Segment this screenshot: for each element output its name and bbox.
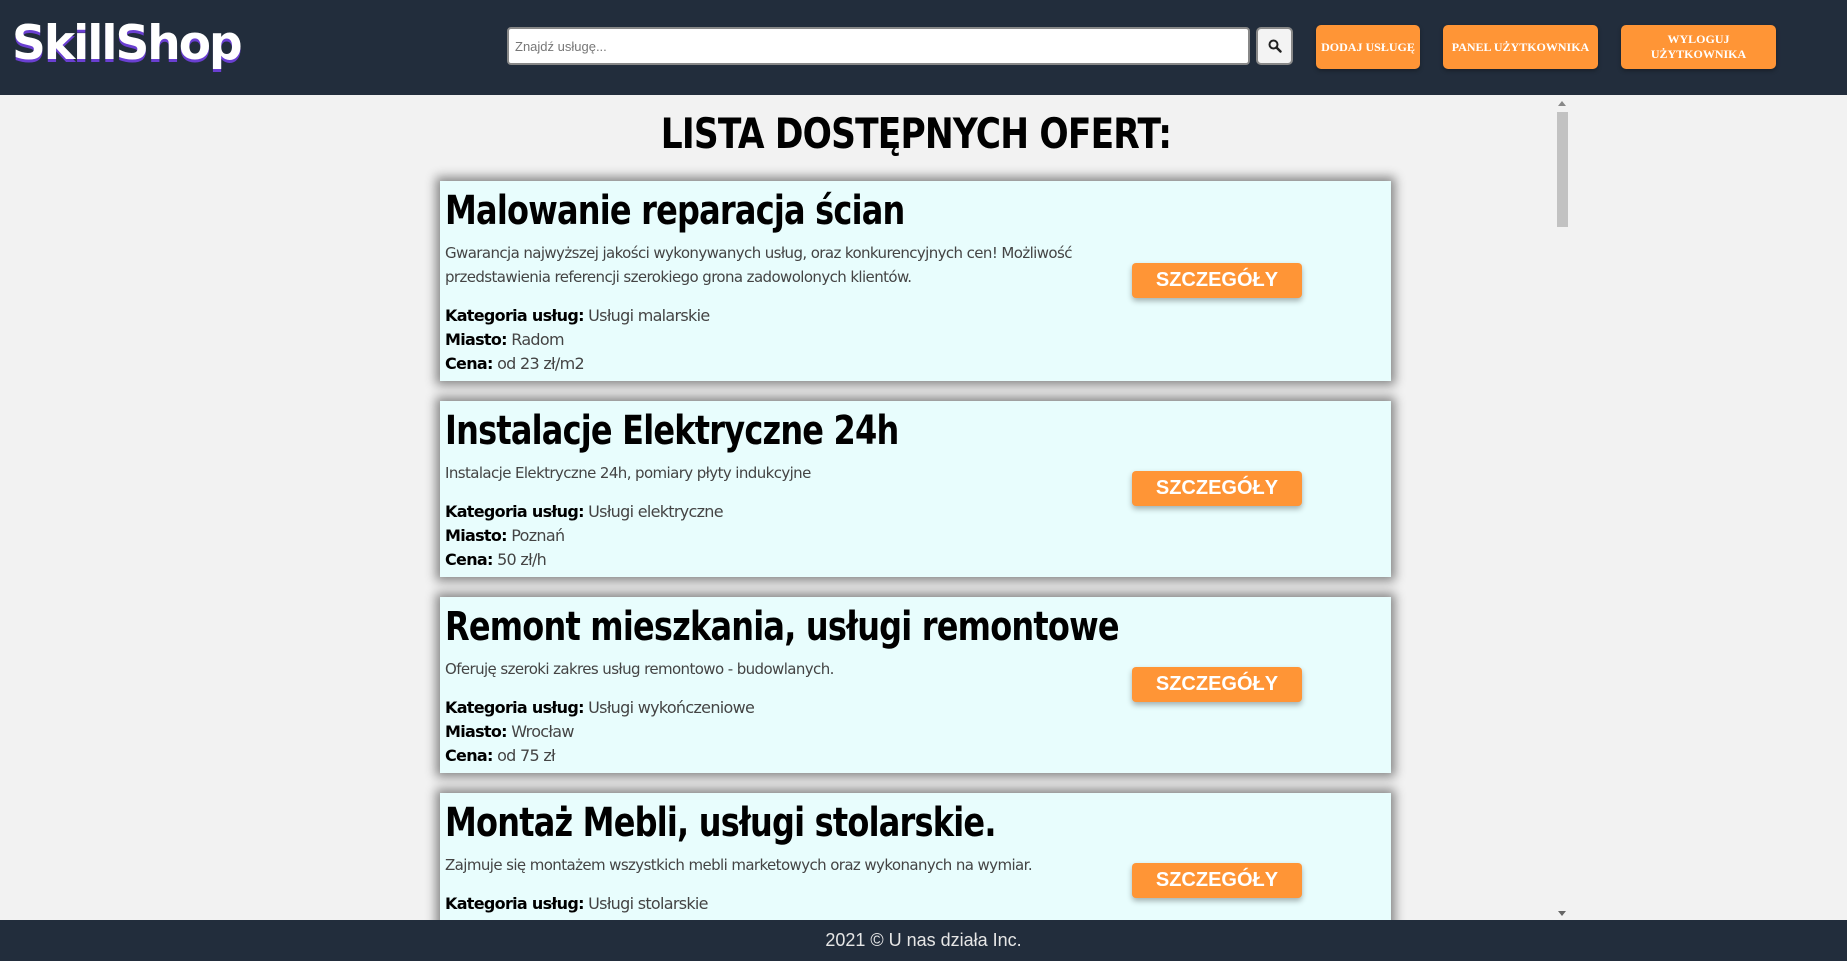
offer-price: Cena: od 23 zł/m2 [445,352,585,376]
offer-title: Malowanie reparacja ścian [445,188,905,234]
offer-card: Remont mieszkania, usługi remontowe Ofer… [440,597,1391,773]
logo[interactable]: SkillShop [12,14,243,74]
add-service-button[interactable]: DODAJ USŁUGĘ [1316,25,1420,69]
navbar: SkillShop DODAJ USŁUGĘ PANEL UŻYTKOWNIKA… [0,0,1847,95]
details-button[interactable]: SZCZEGÓŁY [1132,471,1302,506]
details-button[interactable]: SZCZEGÓŁY [1132,667,1302,702]
scroll-down-arrow-icon[interactable] [1558,911,1566,916]
category-value: Usługi malarskie [588,306,710,325]
scroll-up-arrow-icon[interactable] [1558,101,1566,106]
category-label: Kategoria usług: [445,306,584,325]
user-panel-button[interactable]: PANEL UŻYTKOWNIKA [1443,25,1598,69]
offer-category: Kategoria usług: Usługi stolarskie [445,892,709,916]
category-label: Kategoria usług: [445,502,584,521]
city-label: Miasto: [445,722,508,741]
search-icon [1268,39,1282,53]
category-label: Kategoria usług: [445,698,584,717]
footer: 2021 © U nas działa Inc. [0,920,1847,961]
price-label: Cena: [445,746,493,765]
category-value: Usługi elektryczne [588,502,723,521]
search-input[interactable] [507,27,1250,65]
category-value: Usługi stolarskie [588,894,708,913]
offer-price: Cena: od 75 zł [445,744,556,768]
offer-card: Montaż Mebli, usługi stolarskie. Zajmuje… [440,793,1391,920]
page-title: LISTA DOSTĘPNYCH OFERT: [660,109,1172,158]
offer-description: Instalacje Elektryczne 24h, pomiary płyt… [445,464,811,482]
logout-button[interactable]: WYLOGUJ UŻYTKOWNIKA [1621,25,1776,69]
offer-title: Montaż Mebli, usługi stolarskie. [445,800,996,846]
offer-category: Kategoria usług: Usługi wykończeniowe [445,696,755,720]
offer-category: Kategoria usług: Usługi malarskie [445,304,710,328]
scrollbar[interactable] [1554,95,1570,920]
offer-price: Cena: 50 zł/h [445,548,547,572]
offer-description: Zajmuje się montażem wszystkich mebli ma… [445,856,1033,874]
offer-city: Miasto: Radom [445,328,565,352]
logout-label: WYLOGUJ UŻYTKOWNIKA [1650,32,1747,61]
offer-description: Oferuję szeroki zakres usług remontowo -… [445,660,834,678]
offers-section: LISTA DOSTĘPNYCH OFERT: Malowanie repara… [0,95,1847,920]
category-label: Kategoria usług: [445,894,584,913]
user-panel-label: PANEL UŻYTKOWNIKA [1451,39,1590,54]
offer-description: Gwarancja najwyższej jakości wykonywanyc… [445,244,1072,286]
offer-card: Malowanie reparacja ścian Gwarancja najw… [440,181,1391,381]
city-value: Poznań [511,526,565,545]
search-button[interactable] [1256,27,1293,65]
details-button[interactable]: SZCZEGÓŁY [1132,863,1302,898]
offer-card: Instalacje Elektryczne 24h Instalacje El… [440,401,1391,577]
city-value: Radom [511,330,564,349]
scroll-thumb[interactable] [1557,112,1568,227]
price-value: od 23 zł/m2 [497,354,585,373]
city-value: Wrocław [511,722,574,741]
add-service-label: DODAJ USŁUGĘ [1321,39,1415,54]
offer-title: Instalacje Elektryczne 24h [445,408,899,454]
city-label: Miasto: [445,526,508,545]
price-label: Cena: [445,550,493,569]
price-value: 50 zł/h [497,550,547,569]
price-value: od 75 zł [497,746,556,765]
offer-title: Remont mieszkania, usługi remontowe [445,604,1120,650]
footer-text: 2021 © U nas działa Inc. [825,930,1022,950]
city-label: Miasto: [445,330,508,349]
offer-city: Miasto: Wrocław [445,720,574,744]
category-value: Usługi wykończeniowe [588,698,755,717]
offer-city: Miasto: Poznań [445,524,565,548]
offer-category: Kategoria usług: Usługi elektryczne [445,500,724,524]
details-button[interactable]: SZCZEGÓŁY [1132,263,1302,298]
price-label: Cena: [445,354,493,373]
